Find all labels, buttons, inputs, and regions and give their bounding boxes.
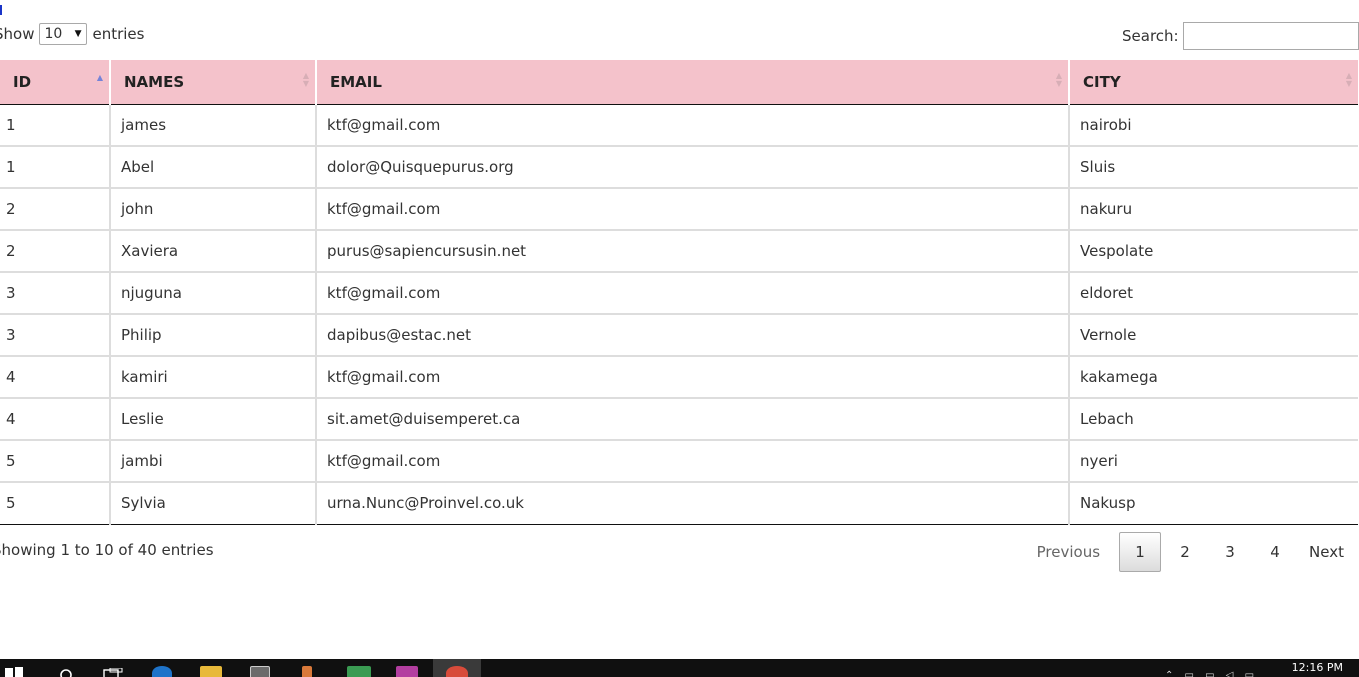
cell-id: 3 (0, 313, 111, 356)
cell-email: dapibus@estac.net (316, 313, 1070, 356)
corner-mark (0, 5, 2, 15)
cell-name: Philip (110, 313, 317, 356)
data-table: ID ▲ NAMES ▲ ▼ EMAIL ▲ ▼ CITY ▲ ▼ 1 jame… (0, 60, 1358, 525)
page-button-2[interactable]: 2 (1164, 532, 1206, 572)
cell-city: nairobi (1080, 115, 1132, 134)
column-header-names[interactable]: NAMES ▲ ▼ (110, 60, 317, 105)
cell-name: james (110, 104, 317, 146)
sort-ascending-icon: ▲ (96, 73, 103, 82)
table-row: 2 Xaviera purus@sapiencursusin.net Vespo… (0, 229, 1358, 272)
column-header-label: NAMES (124, 72, 185, 91)
photos-icon[interactable] (347, 666, 371, 677)
task-view-icon[interactable] (102, 668, 124, 677)
page-button-4[interactable]: 4 (1254, 532, 1296, 572)
cell-city: Sluis (1069, 145, 1358, 188)
cell-city: Vernole (1069, 313, 1358, 356)
entries-label: entries (92, 25, 145, 43)
column-header-id[interactable]: ID ▲ (0, 60, 111, 105)
chrome-icon[interactable] (446, 666, 468, 677)
search-input[interactable] (1182, 22, 1359, 50)
cell-name: kamiri (110, 355, 317, 398)
cell-city: Vespolate (1069, 229, 1358, 272)
cell-email: ktf@gmail.com (316, 271, 1070, 314)
column-header-label: ID (13, 72, 32, 91)
search-icon[interactable] (58, 667, 74, 677)
column-header-city[interactable]: CITY ▲ ▼ (1069, 60, 1358, 105)
table-row: 3 njuguna ktf@gmail.com eldoret (0, 271, 1358, 314)
column-header-label: EMAIL (330, 72, 382, 91)
cell-id: 4 (0, 355, 111, 398)
cell-name: Xaviera (110, 229, 317, 272)
cell-id: 5 (0, 439, 111, 482)
cell-email: sit.amet@duisemperet.ca (316, 397, 1070, 440)
page-button-3[interactable]: 3 (1209, 532, 1251, 572)
taskbar-clock[interactable]: 12:16 PM (1292, 661, 1343, 674)
file-explorer-icon[interactable] (200, 666, 222, 677)
dropdown-arrow-icon: ▼ (74, 29, 82, 39)
pagination: Previous 1 2 3 4 Next (1024, 531, 1354, 573)
table-row: 1 james ktf@gmail.com nairobi (0, 104, 1358, 146)
previous-button[interactable]: Previous (1027, 532, 1110, 572)
cell-email: dolor@Quisquepurus.org (316, 145, 1070, 188)
cell-id: 4 (0, 397, 111, 440)
phpstorm-icon[interactable] (396, 666, 418, 677)
search-control: Search: (1122, 20, 1359, 52)
column-header-label: CITY (1083, 72, 1121, 91)
cell-id: 2 (0, 229, 111, 272)
cell-city: Lebach (1069, 397, 1358, 440)
cell-email: ktf@gmail.com (316, 355, 1070, 398)
cell-name: Abel (110, 145, 317, 188)
edge-browser-icon[interactable] (152, 666, 172, 677)
page-length-select[interactable]: 10 ▼ (39, 23, 88, 45)
table-row: 2 john ktf@gmail.com nakuru (0, 187, 1358, 230)
table-row: 4 Leslie sit.amet@duisemperet.ca Lebach (0, 397, 1358, 440)
cell-city: nakuru (1069, 187, 1358, 230)
store-icon[interactable] (250, 666, 270, 677)
cell-id: 3 (0, 271, 111, 314)
cell-id: 1 (0, 104, 111, 146)
cell-id: 2 (0, 187, 111, 230)
cell-email: purus@sapiencursusin.net (316, 229, 1070, 272)
next-button[interactable]: Next (1299, 532, 1354, 572)
sort-both-icon: ▲ ▼ (302, 71, 309, 88)
cell-name: Leslie (110, 397, 317, 440)
cell-id: 5 (0, 481, 111, 525)
table-info: Showing 1 to 10 of 40 entries (0, 541, 214, 559)
sort-both-icon: ▲ ▼ (1345, 71, 1352, 88)
table-row: 3 Philip dapibus@estac.net Vernole (0, 313, 1358, 356)
page-length-control: Show 10 ▼ entries (0, 22, 144, 46)
windows-start-icon[interactable] (5, 667, 23, 677)
table-row: 5 Sylvia urna.Nunc@Proinvel.co.uk Nakusp (0, 481, 1358, 525)
paint-icon[interactable] (302, 666, 312, 677)
cell-email: ktf@gmail.com (316, 187, 1070, 230)
cell-name: njuguna (110, 271, 317, 314)
cell-name: Sylvia (110, 481, 317, 525)
table-row: 5 jambi ktf@gmail.com nyeri (0, 439, 1358, 482)
cell-name: john (110, 187, 317, 230)
page-length-value: 10 (44, 26, 63, 42)
cell-city: nyeri (1069, 439, 1358, 482)
cell-email: ktf@gmail.com (316, 439, 1070, 482)
search-label: Search: (1122, 27, 1179, 45)
cell-city: Nakusp (1069, 481, 1358, 525)
app-page: Show 10 ▼ entries Search: ID ▲ NAMES (0, 0, 1359, 677)
cell-id: 1 (0, 145, 111, 188)
cell-city: eldoret (1069, 271, 1358, 314)
page-button-1[interactable]: 1 (1119, 532, 1162, 572)
column-header-email[interactable]: EMAIL ▲ ▼ (316, 60, 1070, 105)
system-tray: ⌃ ▭ ▭ ◁ ▭ (1165, 670, 1259, 677)
table-row: 1 Abel dolor@Quisquepurus.org Sluis (0, 145, 1358, 188)
table-row: 4 kamiri ktf@gmail.com kakamega (0, 355, 1358, 398)
taskbar: ⌃ ▭ ▭ ◁ ▭ 12:16 PM (0, 659, 1359, 677)
table-header-row: ID ▲ NAMES ▲ ▼ EMAIL ▲ ▼ CITY ▲ ▼ (0, 60, 1358, 105)
cell-name: jambi (110, 439, 317, 482)
cell-email: ktf@gmail.com (316, 104, 1070, 146)
show-label: Show (0, 25, 35, 43)
sort-both-icon: ▲ ▼ (1055, 71, 1062, 88)
cell-city: kakamega (1069, 355, 1358, 398)
cell-email: urna.Nunc@Proinvel.co.uk (316, 481, 1070, 525)
